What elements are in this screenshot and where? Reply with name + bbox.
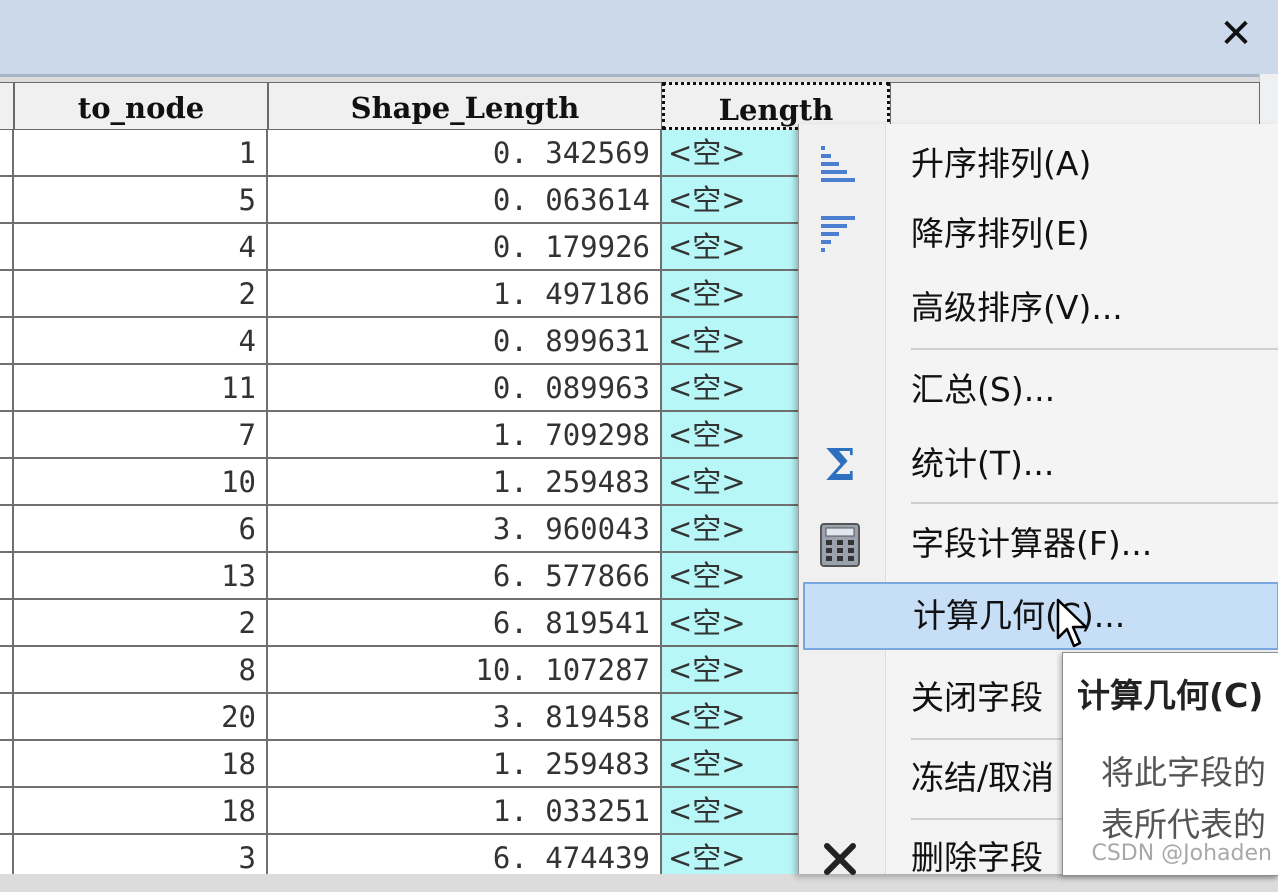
cell-shape-length[interactable]: 0. 899631 bbox=[268, 318, 662, 365]
tooltip-body: 将此字段的 表所代表的 bbox=[1101, 747, 1266, 851]
menu-item-statistics[interactable]: Σ 统计(T)... bbox=[799, 430, 1278, 498]
sort-ascending-icon bbox=[815, 140, 865, 190]
cell-shape-length[interactable]: 3. 819458 bbox=[268, 694, 662, 741]
column-header-length[interactable]: Length bbox=[662, 82, 890, 130]
row-selector-cell[interactable] bbox=[0, 271, 14, 318]
menu-item-calculate-geometry[interactable]: 计算几何(C)... bbox=[803, 582, 1278, 650]
menu-item-label: 降序排列(E) bbox=[911, 214, 1090, 253]
menu-item-label: 计算几何(C)... bbox=[913, 596, 1126, 635]
row-selector-cell[interactable] bbox=[0, 318, 14, 365]
cell-to-node[interactable]: 1 bbox=[14, 130, 268, 177]
row-selector-cell[interactable] bbox=[0, 647, 14, 694]
tooltip-title: 计算几何(C) bbox=[1077, 676, 1264, 715]
menu-item-advanced-sort[interactable]: 高级排序(V)... bbox=[799, 274, 1278, 342]
menu-item-label: 汇总(S)... bbox=[911, 370, 1056, 409]
watermark: CSDN @Johaden bbox=[1091, 841, 1272, 866]
menu-item-sort-descending[interactable]: 降序排列(E) bbox=[799, 200, 1278, 268]
row-selector-cell[interactable] bbox=[0, 224, 14, 271]
cell-to-node[interactable]: 10 bbox=[14, 459, 268, 506]
cell-to-node[interactable]: 5 bbox=[14, 177, 268, 224]
menu-separator bbox=[911, 348, 1278, 350]
row-selector-cell[interactable] bbox=[0, 412, 14, 459]
cell-shape-length[interactable]: 1. 259483 bbox=[268, 459, 662, 506]
svg-text:Σ: Σ bbox=[824, 440, 855, 490]
menu-item-label: 统计(T)... bbox=[911, 444, 1055, 483]
cell-shape-length[interactable]: 0. 342569 bbox=[268, 130, 662, 177]
calculator-icon bbox=[815, 520, 865, 570]
menu-item-label: 关闭字段 bbox=[911, 678, 1043, 717]
cell-to-node[interactable]: 2 bbox=[14, 271, 268, 318]
cell-to-node[interactable]: 6 bbox=[14, 506, 268, 553]
cell-shape-length[interactable]: 0. 179926 bbox=[268, 224, 662, 271]
cell-to-node[interactable]: 11 bbox=[14, 365, 268, 412]
cell-shape-length[interactable]: 1. 709298 bbox=[268, 412, 662, 459]
cell-shape-length[interactable]: 6. 819541 bbox=[268, 600, 662, 647]
menu-item-summarize[interactable]: 汇总(S)... bbox=[799, 356, 1278, 424]
menu-item-label: 冻结/取消 bbox=[911, 758, 1055, 797]
cell-shape-length[interactable]: 0. 063614 bbox=[268, 177, 662, 224]
cell-shape-length[interactable]: 1. 259483 bbox=[268, 741, 662, 788]
row-selector-cell[interactable] bbox=[0, 553, 14, 600]
cell-shape-length[interactable]: 6. 474439 bbox=[268, 835, 662, 874]
menu-item-label: 删除字段 bbox=[911, 838, 1043, 877]
sort-descending-icon bbox=[815, 210, 865, 260]
row-selector-cell[interactable] bbox=[0, 365, 14, 412]
cell-shape-length[interactable]: 6. 577866 bbox=[268, 553, 662, 600]
cell-to-node[interactable]: 18 bbox=[14, 788, 268, 835]
cell-to-node[interactable]: 7 bbox=[14, 412, 268, 459]
menu-item-label: 高级排序(V)... bbox=[911, 288, 1123, 327]
row-selector-cell[interactable] bbox=[0, 600, 14, 647]
row-selector-cell[interactable] bbox=[0, 788, 14, 835]
menu-item-label: 字段计算器(F)... bbox=[911, 524, 1153, 563]
cell-to-node[interactable]: 3 bbox=[14, 835, 268, 874]
cell-shape-length[interactable]: 3. 960043 bbox=[268, 506, 662, 553]
cell-to-node[interactable]: 20 bbox=[14, 694, 268, 741]
cell-shape-length[interactable]: 1. 033251 bbox=[268, 788, 662, 835]
cell-to-node[interactable]: 18 bbox=[14, 741, 268, 788]
cell-to-node[interactable]: 8 bbox=[14, 647, 268, 694]
column-header-to-node[interactable]: to_node bbox=[14, 82, 268, 130]
cell-shape-length[interactable]: 0. 089963 bbox=[268, 365, 662, 412]
cell-to-node[interactable]: 2 bbox=[14, 600, 268, 647]
cell-to-node[interactable]: 4 bbox=[14, 224, 268, 271]
row-selector-cell[interactable] bbox=[0, 694, 14, 741]
mouse-cursor-icon bbox=[1056, 598, 1090, 654]
delete-icon bbox=[815, 834, 865, 884]
menu-item-label: 升序排列(A) bbox=[911, 144, 1092, 183]
menu-item-sort-ascending[interactable]: 升序排列(A) bbox=[799, 130, 1278, 198]
tooltip-line: 将此字段的 bbox=[1101, 753, 1266, 792]
row-selector-cell[interactable] bbox=[0, 130, 14, 177]
cell-shape-length[interactable]: 10. 107287 bbox=[268, 647, 662, 694]
close-button[interactable]: ✕ bbox=[1212, 10, 1260, 58]
row-selector-cell[interactable] bbox=[0, 459, 14, 506]
sigma-icon: Σ bbox=[815, 440, 865, 491]
column-header-partial[interactable] bbox=[0, 82, 14, 130]
row-selector-cell[interactable] bbox=[0, 177, 14, 224]
cell-to-node[interactable]: 4 bbox=[14, 318, 268, 365]
menu-item-field-calculator[interactable]: 字段计算器(F)... bbox=[799, 510, 1278, 578]
column-header-shape-length[interactable]: Shape_Length bbox=[268, 82, 662, 130]
cell-to-node[interactable]: 13 bbox=[14, 553, 268, 600]
window-title-bar: ✕ bbox=[0, 0, 1278, 77]
row-selector-cell[interactable] bbox=[0, 741, 14, 788]
column-header-empty bbox=[890, 82, 1260, 130]
menu-separator bbox=[911, 502, 1278, 504]
row-selector-cell[interactable] bbox=[0, 835, 14, 874]
cell-shape-length[interactable]: 1. 497186 bbox=[268, 271, 662, 318]
row-selector-cell[interactable] bbox=[0, 506, 14, 553]
